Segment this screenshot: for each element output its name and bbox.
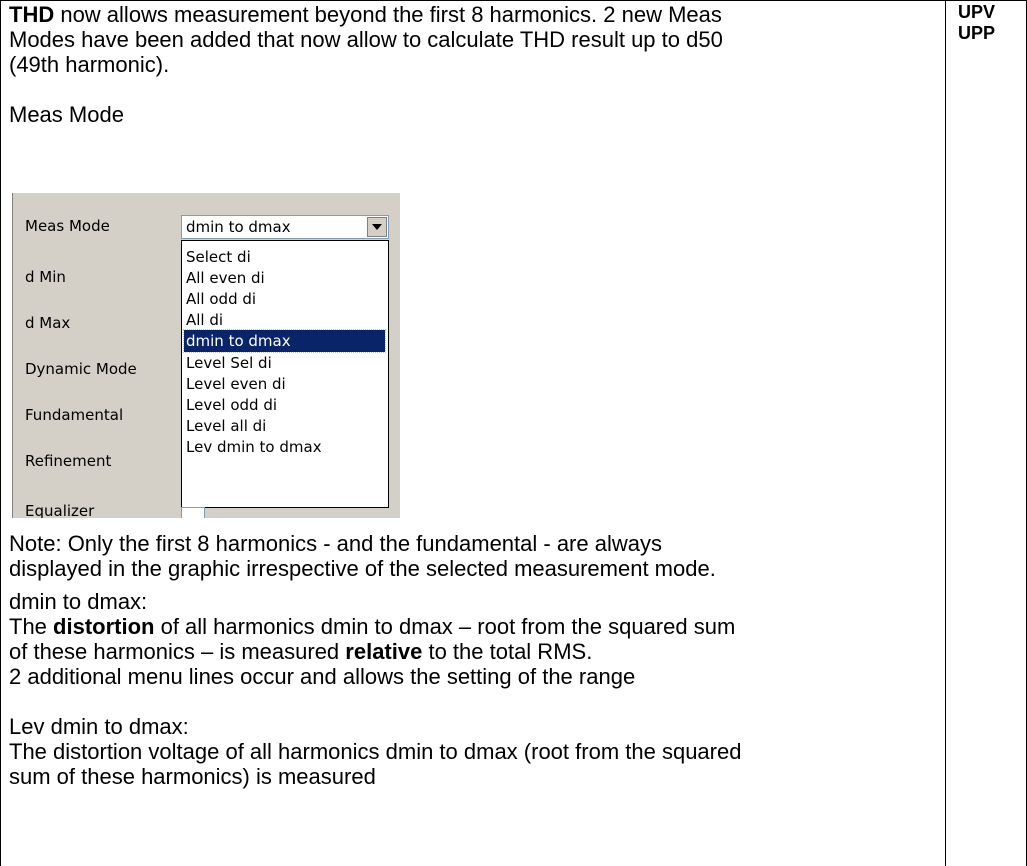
label-refinement: Refinement [25,452,112,470]
lev-section: Lev dmin to dmax: The distortion voltage… [9,714,934,789]
label-equalizer: Equalizer [25,502,95,518]
option-level-all-di[interactable]: Level all di [186,415,269,437]
document-table: UPV UPP THD now allows measurement beyon… [0,0,1027,866]
meas-mode-selected-value: dmin to dmax [186,218,291,236]
option-all-odd-di[interactable]: All odd di [186,288,259,310]
intro-line2: Modes have been added that now allow to … [9,27,723,52]
option-all-even-di[interactable]: All even di [186,267,268,289]
intro-rest: now allows measurement beyond the first … [54,2,722,27]
note-line2: displayed in the graphic irrespective of… [9,556,716,581]
label-meas-mode: Meas Mode [25,217,110,235]
option-level-sel-di[interactable]: Level Sel di [186,352,275,374]
side-label-upp: UPP [958,23,996,43]
meas-mode-dropdown-list[interactable]: Select di All even di All odd di All di … [181,240,389,508]
side-label-upv: UPV [958,2,996,22]
meas-mode-screenshot: Meas Mode d Min d Max Dynamic Mode Funda… [9,193,400,518]
screenshot-edge [9,193,13,518]
meas-mode-combobox[interactable]: dmin to dmax [181,215,389,239]
label-dynamic-mode: Dynamic Mode [25,360,137,378]
lev-line1: The distortion voltage of all harmonics … [9,739,742,764]
lower-cell: Note: Only the first 8 harmonics - and t… [9,531,934,789]
note-line1: Note: Only the first 8 harmonics - and t… [9,531,662,556]
intro-paragraph: THD now allows measurement beyond the fi… [9,2,934,77]
meas-mode-heading: Meas Mode [9,102,124,127]
intro-bold: THD [9,2,55,27]
option-select-di[interactable]: Select di [186,246,254,268]
dmin-text: The [9,614,54,639]
table-column-divider [945,0,946,866]
side-labels: UPV UPP [958,2,1018,44]
note-paragraph: Note: Only the first 8 harmonics - and t… [9,531,934,581]
label-fundamental: Fundamental [25,406,124,424]
intro-line3: (49th harmonic). [9,52,170,77]
equalizer-field[interactable] [181,507,205,518]
dropdown-button[interactable] [367,217,387,237]
option-level-odd-di[interactable]: Level odd di [186,394,280,416]
dmin-text: of all harmonics dmin to dmax – root fro… [154,614,736,639]
dmin-bold-relative: relative [345,639,423,664]
dmin-line3: 2 additional menu lines occur and allows… [9,664,636,689]
dmin-section: dmin to dmax: The distortion of all harm… [9,589,934,689]
dmin-text: of these harmonics – is measured [9,639,346,664]
dmin-text: to the total RMS. [422,639,593,664]
dmin-title: dmin to dmax: [9,589,148,614]
main-cell: THD now allows measurement beyond the fi… [9,0,934,127]
option-level-even-di[interactable]: Level even di [186,373,289,395]
option-all-di[interactable]: All di [186,309,226,331]
option-lev-dmin-to-dmax[interactable]: Lev dmin to dmax [186,436,325,458]
label-d-min: d Min [25,268,66,286]
lev-line2: sum of these harmonics) is measured [9,764,376,789]
lev-title: Lev dmin to dmax: [9,714,189,739]
dmin-bold-distortion: distortion [53,614,155,639]
table-left-border [0,0,1,866]
chevron-down-icon [372,224,382,230]
option-dmin-to-dmax[interactable]: dmin to dmax [183,329,386,353]
label-d-max: d Max [25,314,71,332]
